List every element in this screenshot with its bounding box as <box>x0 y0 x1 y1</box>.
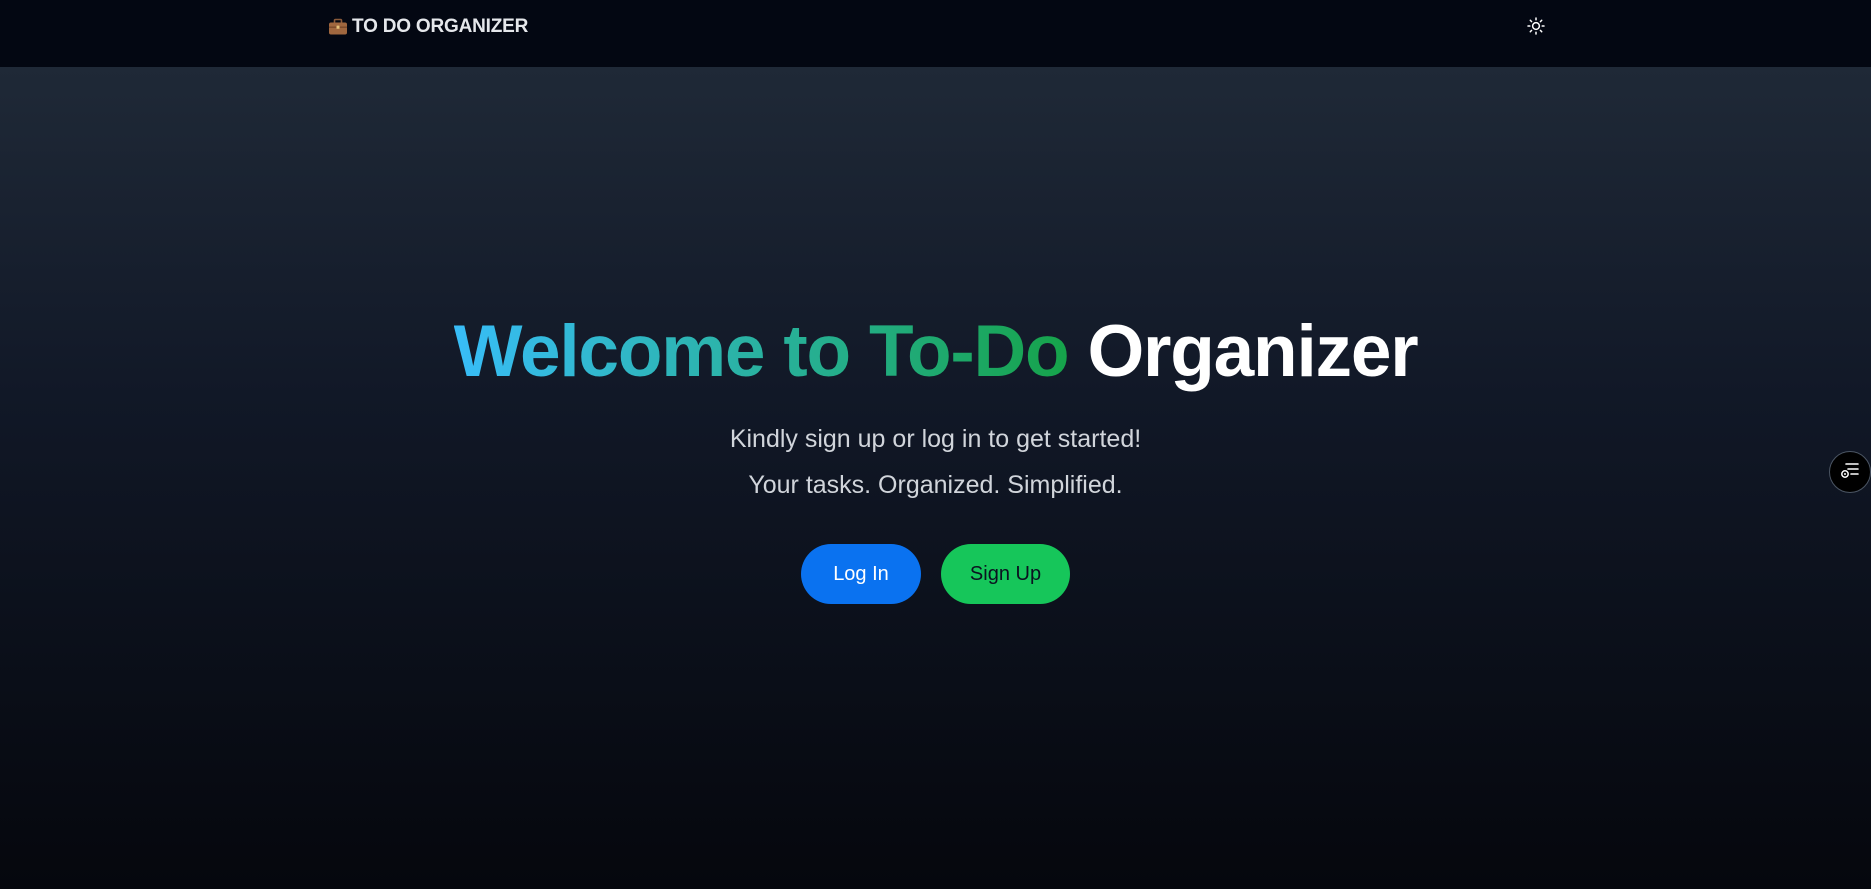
headline-gradient-text: Welcome to To-Do <box>453 311 1070 392</box>
navbar: TO DO ORGANIZER <box>0 0 1871 67</box>
hero-headline: Welcome to To-Do Organizer <box>0 315 1871 388</box>
floating-menu-button[interactable] <box>1829 451 1871 493</box>
hero-subtitle: Kindly sign up or log in to get started! <box>729 425 1142 453</box>
headline-plain-text: Organizer <box>1087 311 1418 392</box>
brand-label: TO DO ORGANIZER <box>352 16 529 37</box>
signup-button[interactable]: Sign Up <box>941 544 1070 604</box>
login-button[interactable]: Log In <box>801 544 921 604</box>
briefcase-icon <box>328 17 348 37</box>
theme-toggle-button[interactable] <box>1524 16 1548 40</box>
sun-icon <box>1527 16 1545 40</box>
hero-tagline: Your tasks. Organized. Simplified. <box>748 471 1123 499</box>
brand[interactable]: TO DO ORGANIZER <box>328 14 528 40</box>
task-list-settings-icon <box>1839 459 1861 486</box>
